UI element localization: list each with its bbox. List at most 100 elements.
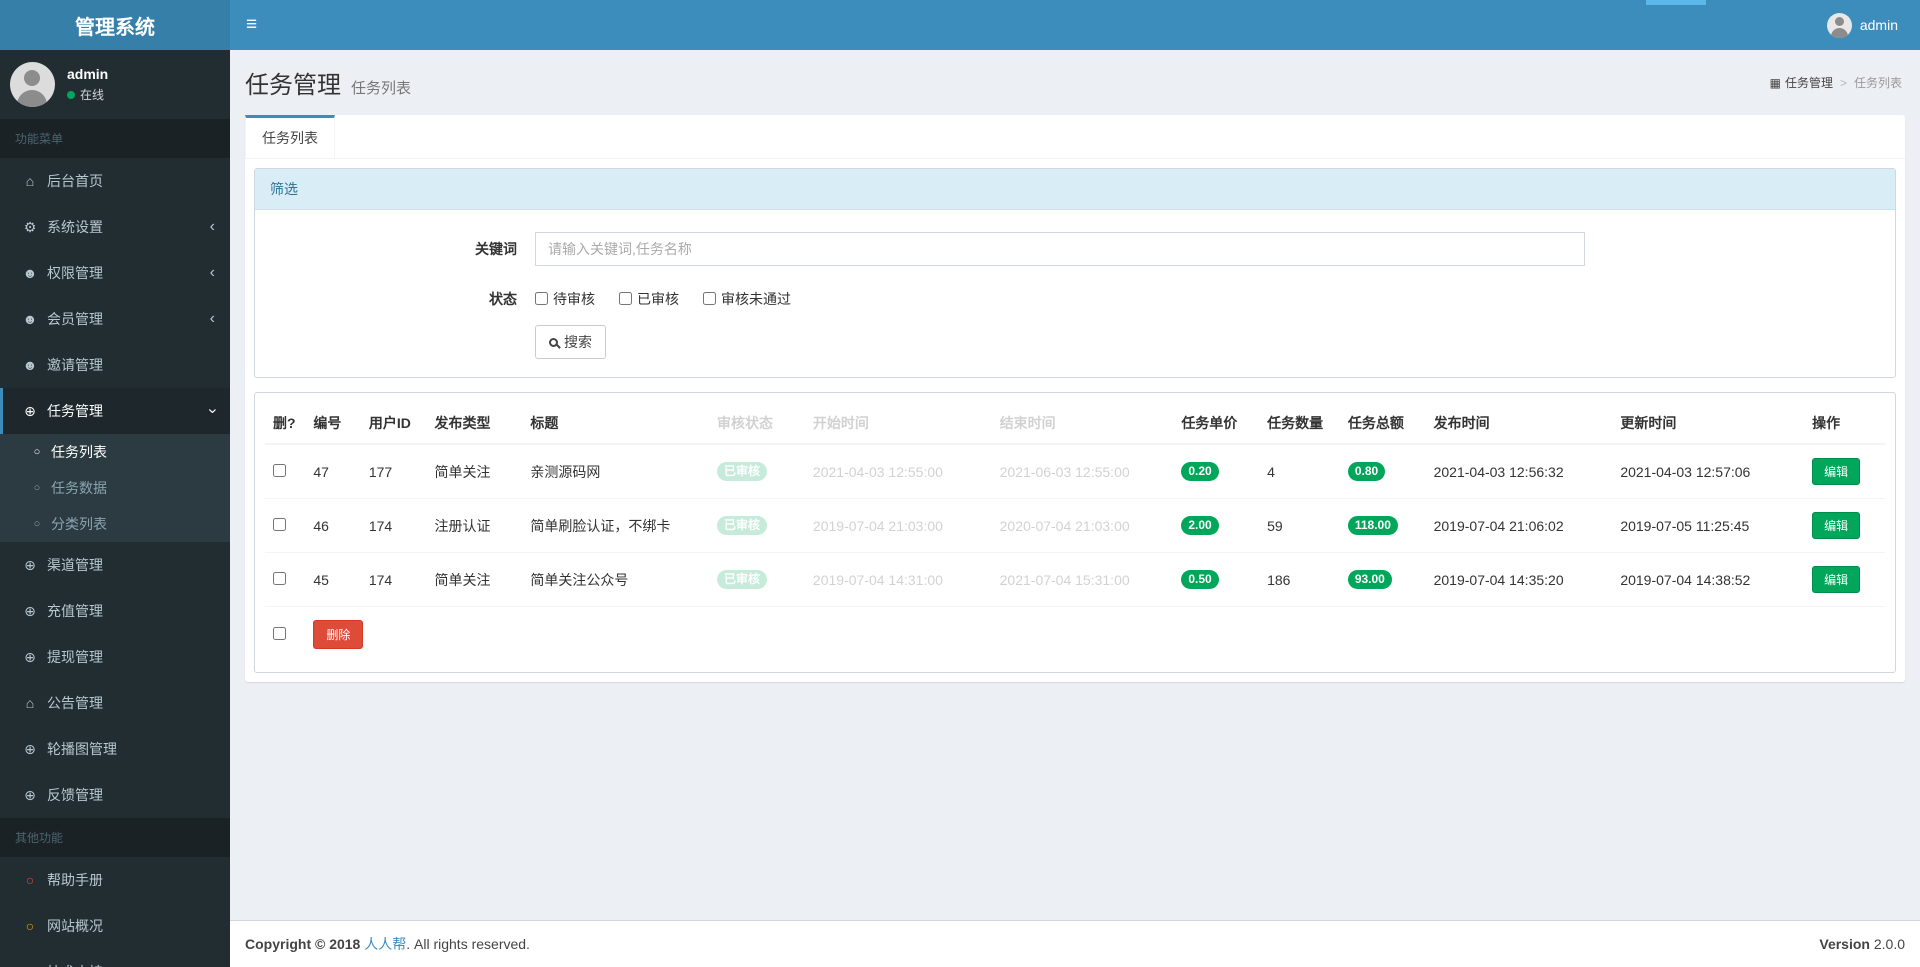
- sidebar-subitem-task-data[interactable]: ○ 任务数据: [0, 470, 230, 506]
- cell-select: [265, 606, 306, 662]
- column-header-delete: 删?: [265, 403, 306, 445]
- tasks-table-panel: 删? 编号 用户ID 发布类型 标题 审核状态 开始时间 结束时间 任务单价 任…: [254, 392, 1896, 673]
- home-icon: ⌂: [25, 173, 35, 189]
- top-navbar: ≡ admin: [230, 0, 1920, 50]
- sidebar-item-dashboard[interactable]: ⌂ 后台首页: [0, 158, 230, 204]
- cell-total: 0.80: [1339, 443, 1426, 499]
- tab-task-list[interactable]: 任务列表: [245, 115, 335, 158]
- column-header-user-id: 用户ID: [360, 403, 427, 445]
- column-header-unit-price: 任务单价: [1173, 403, 1260, 445]
- row-checkbox[interactable]: [273, 463, 286, 477]
- status-options: 待审核 已审核 审核未通过: [535, 282, 791, 309]
- sidebar-item-permissions[interactable]: ☻ 权限管理 ‹: [0, 250, 230, 296]
- search-button[interactable]: 搜索: [535, 325, 606, 359]
- content: 任务列表 筛选 关键词 状态: [230, 115, 1920, 682]
- breadcrumb-task-management[interactable]: ▦ 任务管理: [1770, 74, 1833, 91]
- sidebar-item-label: 网站概况: [47, 918, 103, 934]
- tab-content: 筛选 关键词 状态: [245, 159, 1905, 682]
- cell-id: 46: [305, 498, 361, 553]
- globe-icon: ⊕: [24, 602, 36, 619]
- sidebar-menu: 功能菜单 ⌂ 后台首页 ⚙ 系统设置 ‹ ☻ 权限管理 ‹ ☻ 会员管理 ‹ ☻…: [0, 119, 230, 967]
- sidebar-subitem-category-list[interactable]: ○ 分类列表: [0, 506, 230, 542]
- row-checkbox[interactable]: [273, 517, 286, 531]
- sidebar-toggle-button[interactable]: ≡: [230, 0, 273, 50]
- cell-title: 简单关注公众号: [522, 552, 710, 607]
- edit-button[interactable]: 编辑: [1812, 566, 1861, 593]
- sidebar-item-tasks[interactable]: ⊕ 任务管理 ‹: [0, 388, 230, 434]
- sidebar-item-carousel[interactable]: ⊕ 轮播图管理: [0, 726, 230, 772]
- sidebar-item-system-settings[interactable]: ⚙ 系统设置 ‹: [0, 204, 230, 250]
- pending-review-checkbox[interactable]: [535, 292, 548, 305]
- sidebar-item-label: 任务管理: [47, 403, 103, 419]
- breadcrumb-parent-label: 任务管理: [1784, 76, 1833, 90]
- edit-button[interactable]: 编辑: [1812, 458, 1861, 485]
- sidebar-item-invitations[interactable]: ☻ 邀请管理: [0, 342, 230, 388]
- sidebar-item-withdrawals[interactable]: ⊕ 提现管理: [0, 634, 230, 680]
- footer-version-number: 2.0.0: [1873, 936, 1905, 952]
- globe-icon: ⊕: [24, 556, 36, 573]
- cell-user-id: 174: [360, 552, 427, 607]
- cell-audit-status: 已审核: [709, 552, 805, 607]
- footer-version: Version 2.0.0: [1819, 936, 1905, 952]
- row-checkbox[interactable]: [273, 571, 286, 585]
- sidebar-item-channels[interactable]: ⊕ 渠道管理: [0, 542, 230, 588]
- sidebar-item-tech-support[interactable]: ○ 技术支持: [0, 949, 230, 967]
- sidebar-item-site-overview[interactable]: ○ 网站概况: [0, 903, 230, 949]
- column-header-type: 发布类型: [426, 403, 523, 445]
- rejected-checkbox[interactable]: [703, 292, 716, 305]
- content-header: 任务管理 任务列表 ▦ 任务管理 > 任务列表: [230, 50, 1920, 115]
- select-all-checkbox[interactable]: [273, 626, 286, 640]
- status-option-pending[interactable]: 待审核: [535, 289, 595, 309]
- cell-select: [265, 443, 306, 499]
- cell-type: 简单关注: [426, 552, 523, 607]
- sidebar-item-label: 公告管理: [47, 695, 103, 711]
- cell-end-time: 2020-07-04 21:03:00: [991, 498, 1174, 553]
- sidebar-item-label: 渠道管理: [47, 557, 103, 573]
- tasks-table: 删? 编号 用户ID 发布类型 标题 审核状态 开始时间 结束时间 任务单价 任…: [265, 403, 1885, 662]
- keyword-input[interactable]: [535, 232, 1585, 266]
- column-header-end-time: 结束时间: [991, 403, 1174, 445]
- column-header-audit-status: 审核状态: [709, 403, 805, 445]
- sidebar-treeview-tasks: ⊕ 任务管理 ‹ ○ 任务列表 ○ 任务数据 ○ 分类列表: [0, 388, 230, 542]
- status-option-rejected[interactable]: 审核未通过: [703, 289, 791, 309]
- sidebar-item-label: 权限管理: [47, 265, 103, 281]
- globe-icon: ⊕: [24, 402, 36, 419]
- users-icon: ☻: [22, 357, 38, 373]
- sidebar-item-recharge[interactable]: ⊕ 充值管理: [0, 588, 230, 634]
- table-row: 47 177 简单关注 亲测源码网 已审核 2021-04-03 12:55:0…: [265, 443, 1885, 499]
- navbar-user-menu[interactable]: admin: [1805, 0, 1920, 50]
- sidebar-item-members[interactable]: ☻ 会员管理 ‹: [0, 296, 230, 342]
- cell-select: [265, 552, 306, 607]
- search-icon: [549, 337, 558, 347]
- sidebar-item-announcements[interactable]: ⌂ 公告管理: [0, 680, 230, 726]
- cell-end-time: 2021-06-03 12:55:00: [991, 443, 1174, 499]
- approved-checkbox[interactable]: [619, 292, 632, 305]
- globe-icon: ⊕: [24, 648, 36, 665]
- cell-select: [265, 498, 306, 553]
- cell-publish-time: 2019-07-04 21:06:02: [1425, 498, 1613, 553]
- cell-id: 47: [305, 443, 361, 499]
- app-brand[interactable]: 管理系统: [0, 0, 230, 50]
- circle-icon: ○: [33, 446, 41, 458]
- edit-button[interactable]: 编辑: [1812, 512, 1861, 539]
- delete-button[interactable]: 删除: [313, 620, 364, 649]
- cell-user-id: 174: [360, 498, 427, 553]
- bulk-delete-row: 删除: [265, 606, 1885, 662]
- sidebar-subitem-task-list[interactable]: ○ 任务列表: [0, 434, 230, 470]
- cell-id: 45: [305, 552, 361, 607]
- footer-brand-link[interactable]: 人人帮: [364, 936, 406, 952]
- sidebar-item-help-manual[interactable]: ○ 帮助手册: [0, 857, 230, 903]
- chevron-left-icon: ‹: [209, 310, 215, 327]
- tab-bar: 任务列表: [245, 115, 1905, 159]
- hamburger-icon: ≡: [246, 14, 258, 35]
- cell-start-time: 2019-07-04 14:31:00: [804, 552, 992, 607]
- breadcrumb-current: 任务列表: [1853, 76, 1902, 90]
- dashboard-icon: ▦: [1769, 75, 1781, 90]
- users-icon: ☻: [22, 265, 38, 281]
- filter-panel: 筛选 关键词 状态: [254, 168, 1896, 378]
- sidebar-item-label: 邀请管理: [47, 357, 103, 373]
- cell-quantity: 59: [1259, 498, 1340, 553]
- sidebar-item-feedback[interactable]: ⊕ 反馈管理: [0, 772, 230, 818]
- cell-actions: 编辑: [1804, 552, 1885, 607]
- status-option-approved[interactable]: 已审核: [619, 289, 679, 309]
